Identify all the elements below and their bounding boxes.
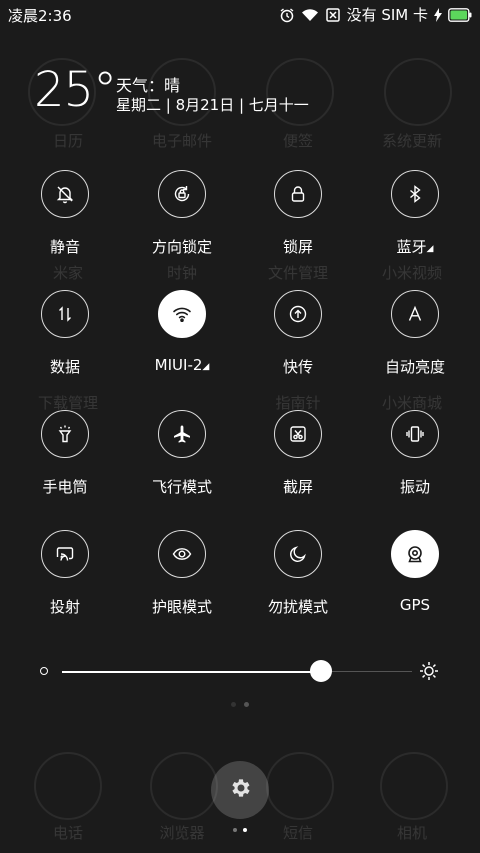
toggle-bluetooth[interactable]: 蓝牙◢ xyxy=(355,170,475,280)
toggle-wifi[interactable]: MIUI-2◢ xyxy=(122,290,242,400)
page-dot-active xyxy=(244,702,249,707)
toggle-label-text: MIUI-2 xyxy=(154,356,203,374)
ghost-app-label: 相机 xyxy=(396,824,427,842)
wifi-icon xyxy=(158,290,206,338)
eye-icon xyxy=(158,530,206,578)
brightness-low-icon xyxy=(40,667,48,675)
flashlight-icon xyxy=(41,410,89,458)
ghost-app-icon xyxy=(150,752,218,820)
toggle-cast[interactable]: 投射 xyxy=(5,530,125,640)
toggle-quick-transfer[interactable]: 快传 xyxy=(238,290,358,400)
silent-icon xyxy=(41,170,89,218)
brightness-slider[interactable] xyxy=(40,660,440,684)
toggle-vibrate[interactable]: 振动 xyxy=(355,410,475,520)
auto-brightness-icon xyxy=(391,290,439,338)
toggle-silent[interactable]: 静音 xyxy=(5,170,125,280)
ghost-app-label: 电话 xyxy=(52,824,83,842)
ghost-app-icon xyxy=(384,58,452,126)
temperature: 25° xyxy=(34,62,117,118)
page-dot xyxy=(233,828,237,832)
no-sim-icon xyxy=(325,7,341,23)
toggle-do-not-disturb[interactable]: 勿扰模式 xyxy=(238,530,358,640)
toggle-label: 方向锁定 xyxy=(151,238,212,256)
brightness-track[interactable] xyxy=(62,660,412,682)
charging-icon xyxy=(434,7,442,22)
toggle-label: MIUI-2◢ xyxy=(122,356,242,374)
toggle-label: 锁屏 xyxy=(282,238,313,256)
ghost-app-label: 日历 xyxy=(52,132,83,150)
ghost-app-label: 便签 xyxy=(282,132,313,150)
weather-condition: 天气：晴 xyxy=(116,76,181,95)
gear-icon xyxy=(228,776,252,804)
date-line: 星期二 | 8月21日 | 七月十一 xyxy=(116,96,309,114)
page-dot-active xyxy=(243,828,247,832)
toggle-eye-protection[interactable]: 护眼模式 xyxy=(122,530,242,640)
expand-triangle-icon: ◢ xyxy=(202,362,210,372)
bluetooth-icon xyxy=(391,170,439,218)
rotation-lock-icon xyxy=(158,170,206,218)
page-indicator xyxy=(0,702,480,707)
toggle-screenshot[interactable]: 截屏 xyxy=(238,410,358,520)
alarm-icon xyxy=(279,7,295,23)
toggle-label-text: 蓝牙 xyxy=(396,238,427,256)
ghost-app-icon xyxy=(266,752,334,820)
toggle-label: 快传 xyxy=(282,358,313,376)
toggle-label: 截屏 xyxy=(282,478,313,496)
wifi-icon xyxy=(301,8,319,22)
cast-icon xyxy=(41,530,89,578)
toggle-label: 自动亮度 xyxy=(384,358,445,376)
page-dot xyxy=(231,702,236,707)
ghost-app-icon xyxy=(34,752,102,820)
toggle-label: 护眼模式 xyxy=(151,598,212,616)
toggle-flashlight[interactable]: 手电筒 xyxy=(5,410,125,520)
screenshot-icon xyxy=(274,410,322,458)
lock-icon xyxy=(274,170,322,218)
status-time: 凌晨2:36 xyxy=(8,7,72,25)
toggle-mobile-data[interactable]: 数据 xyxy=(5,290,125,400)
expand-triangle-icon: ◢ xyxy=(426,244,434,254)
ghost-app-label: 系统更新 xyxy=(381,132,442,150)
brightness-thumb[interactable] xyxy=(310,660,332,682)
weather-widget[interactable]: 25° 天气：晴 星期二 | 8月21日 | 七月十一 xyxy=(34,62,334,126)
toggle-gps[interactable]: GPS xyxy=(355,530,475,640)
ghost-app-icon xyxy=(380,752,448,820)
toggle-label: 数据 xyxy=(49,358,80,376)
carrier-text: 没有 SIM 卡 xyxy=(346,6,428,24)
panel-page-indicator xyxy=(0,828,480,832)
toggle-label: 投射 xyxy=(49,598,80,616)
toggle-auto-brightness[interactable]: 自动亮度 xyxy=(355,290,475,400)
toggle-label: 飞行模式 xyxy=(151,478,212,496)
toggle-lock-screen[interactable]: 锁屏 xyxy=(238,170,358,280)
toggle-label: 手电筒 xyxy=(42,478,88,496)
ghost-app-label: 电子邮件 xyxy=(151,132,212,150)
battery-icon xyxy=(448,7,472,22)
settings-button[interactable] xyxy=(211,761,269,819)
ghost-app-label: 浏览器 xyxy=(159,824,205,842)
gps-icon xyxy=(391,530,439,578)
airplane-icon xyxy=(158,410,206,458)
toggle-airplane[interactable]: 飞行模式 xyxy=(122,410,242,520)
status-bar: 凌晨2:36 没有 SIM 卡 xyxy=(0,0,480,30)
quick-transfer-icon xyxy=(274,290,322,338)
toggle-rotation-lock[interactable]: 方向锁定 xyxy=(122,170,242,280)
brightness-fill xyxy=(62,670,321,673)
toggle-label: 静音 xyxy=(49,238,80,256)
toggle-label: 勿扰模式 xyxy=(267,598,328,616)
ghost-app-label: 短信 xyxy=(282,824,313,842)
brightness-high-icon xyxy=(418,660,440,686)
vibrate-icon xyxy=(391,410,439,458)
status-icons: 没有 SIM 卡 xyxy=(279,4,472,25)
toggle-label: GPS xyxy=(399,596,431,614)
data-icon xyxy=(41,290,89,338)
toggle-label: 振动 xyxy=(399,478,430,496)
toggle-label: 蓝牙◢ xyxy=(355,236,475,257)
moon-icon xyxy=(274,530,322,578)
